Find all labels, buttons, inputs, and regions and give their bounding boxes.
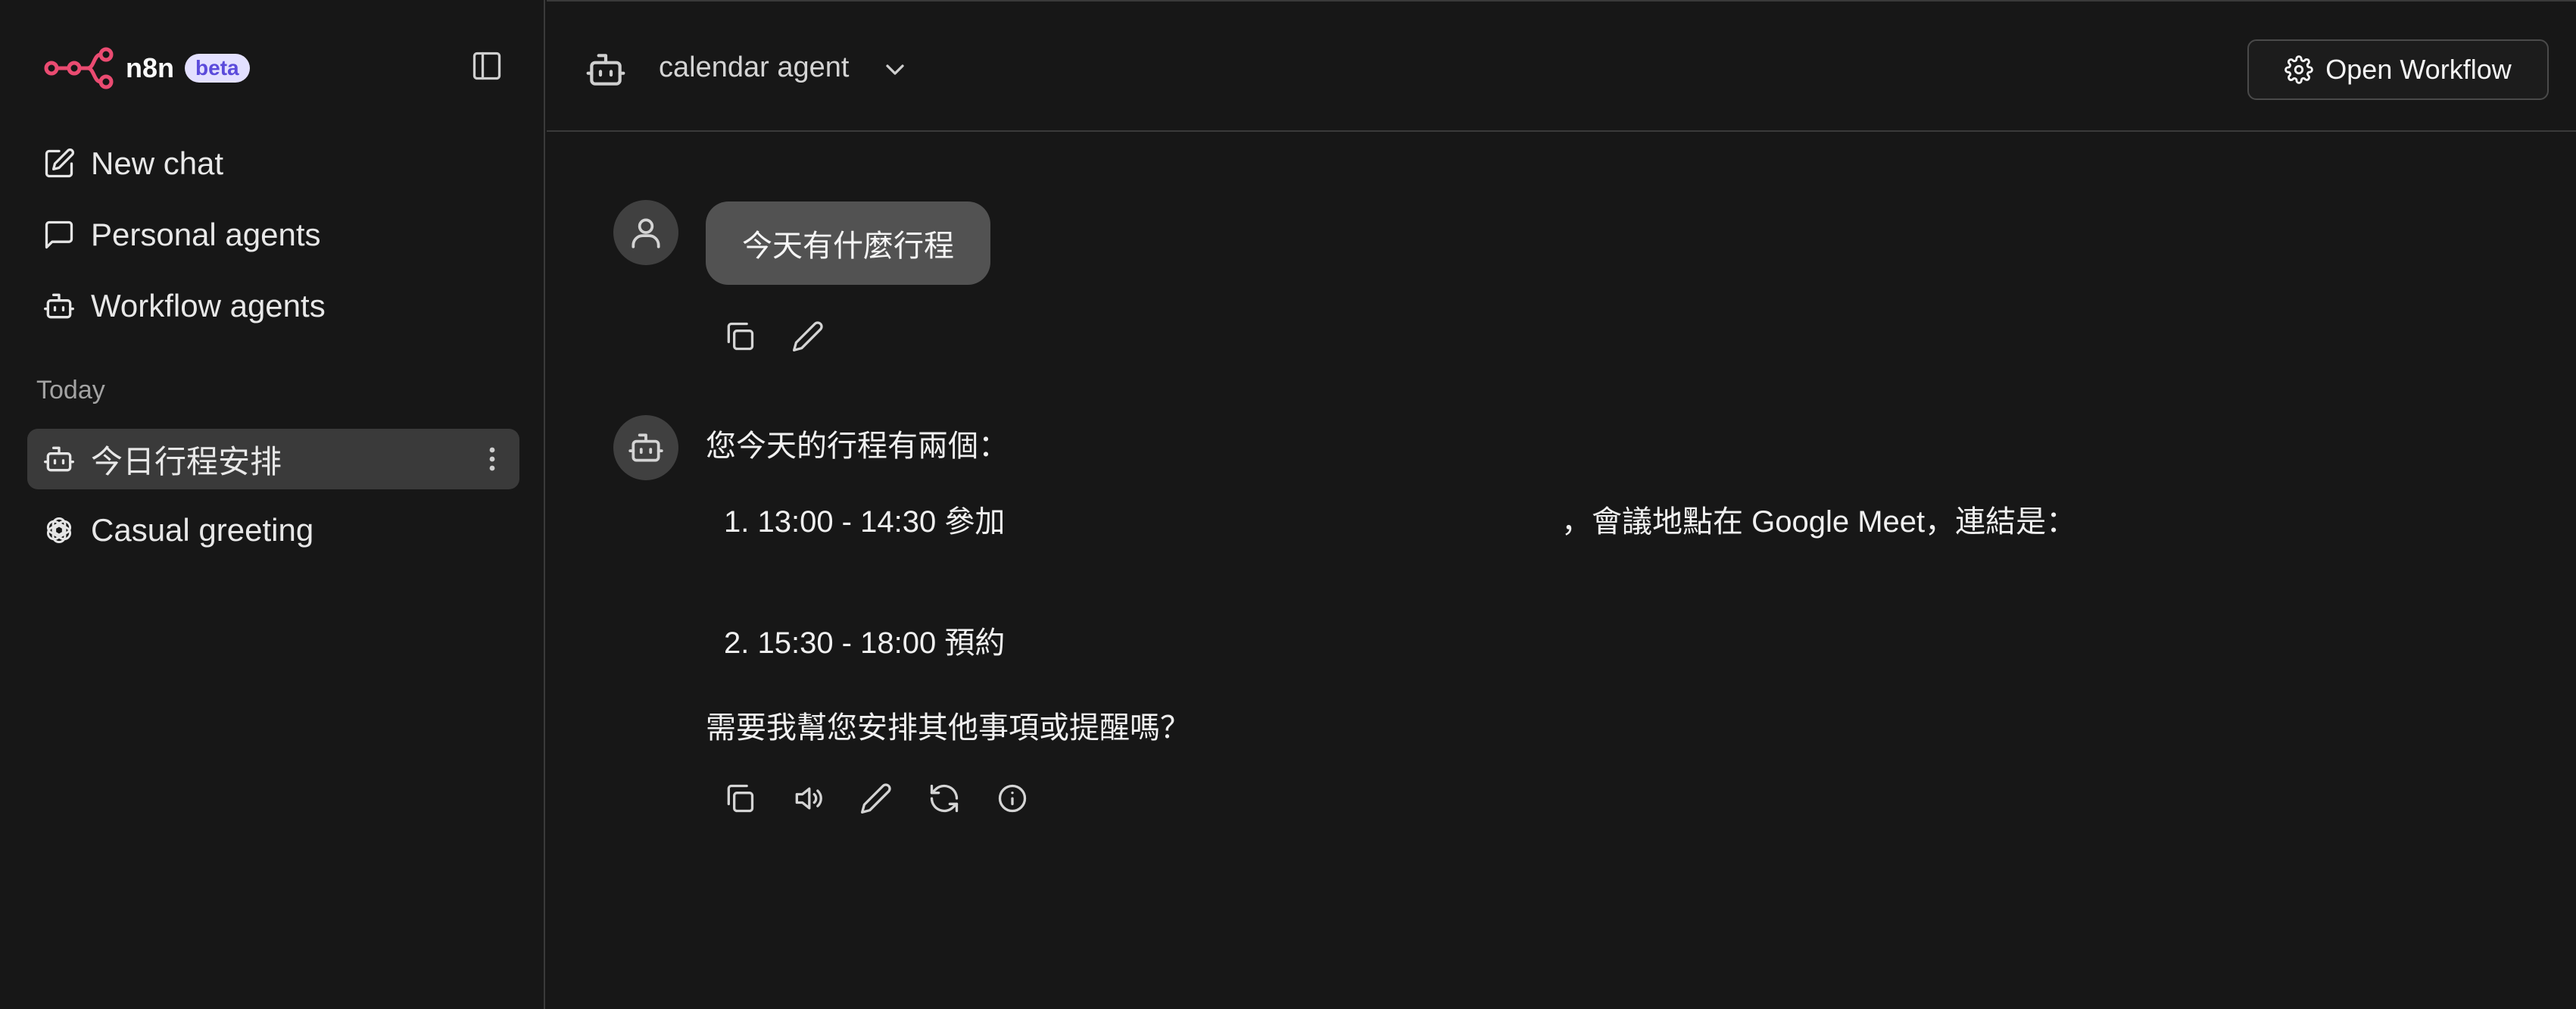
openai-icon: [41, 512, 77, 548]
assistant-item-1-suffix: ，會議地點在 Google Meet，連結是：: [1561, 505, 2077, 539]
app-window: n8n beta New chat Personal agents Workfl…: [0, 0, 2576, 1009]
history-item-label: Casual greeting: [91, 512, 314, 548]
edit-message-button[interactable]: [842, 771, 910, 826]
gear-icon: [2284, 55, 2314, 84]
nav-personal-agents-label: Personal agents: [91, 217, 321, 252]
assistant-item-1-prefix: 1. 13:00 - 14:30 參加: [724, 505, 1006, 539]
section-title-today: Today: [36, 376, 105, 405]
sidebar: n8n beta New chat Personal agents Workfl…: [0, 0, 545, 1009]
copy-button[interactable]: [706, 771, 774, 826]
chat-main: calendar agent Open Workflow 今天有什麼行程 您今天…: [547, 0, 2576, 1009]
nav-personal-agents[interactable]: Personal agents: [27, 205, 519, 265]
nav-new-chat[interactable]: New chat: [27, 133, 519, 194]
brand[interactable]: n8n beta: [44, 45, 250, 91]
bot-icon: [628, 433, 663, 462]
history-item[interactable]: Casual greeting: [27, 500, 519, 561]
history-item-label: 今日行程安排: [91, 443, 282, 480]
regenerate-button[interactable]: [910, 771, 978, 826]
bot-icon: [41, 441, 77, 477]
user-message-actions: [706, 309, 842, 364]
refresh-icon: [930, 784, 959, 813]
assistant-item-2: 2. 15:30 - 18:00 預約: [724, 626, 1006, 660]
edit-icon: [41, 145, 77, 182]
sidebar-toggle-icon: [472, 52, 501, 80]
user-avatar: [613, 200, 678, 265]
info-icon: [998, 784, 1027, 813]
bot-icon: [586, 54, 625, 86]
n8n-logo-icon: [44, 47, 114, 89]
open-workflow-button[interactable]: Open Workflow: [2247, 39, 2549, 100]
sidebar-toggle-button[interactable]: [468, 47, 506, 85]
read-aloud-button[interactable]: [774, 771, 842, 826]
message-info-button[interactable]: [978, 771, 1046, 826]
open-workflow-label: Open Workflow: [2325, 54, 2512, 85]
copy-icon: [727, 322, 754, 351]
agent-selector-label[interactable]: calendar agent: [659, 52, 849, 84]
bot-icon: [41, 288, 77, 324]
nav-new-chat-label: New chat: [91, 145, 224, 181]
history-item-active[interactable]: 今日行程安排: [27, 429, 519, 489]
beta-badge: beta: [185, 54, 250, 83]
more-options-icon[interactable]: [483, 441, 501, 477]
message-icon: [41, 217, 77, 253]
assistant-message-actions: [706, 771, 1046, 826]
speaker-icon: [795, 787, 822, 810]
user-icon: [632, 218, 660, 248]
copy-icon: [727, 784, 754, 813]
pencil-icon: [793, 321, 823, 351]
pencil-icon: [861, 783, 891, 814]
edit-message-button[interactable]: [774, 309, 842, 364]
assistant-intro: 您今天的行程有兩個：: [706, 430, 1009, 463]
user-message-bubble: 今天有什麼行程: [706, 201, 990, 285]
copy-button[interactable]: [706, 309, 774, 364]
assistant-closing: 需要我幫您安排其他事項或提醒嗎？: [706, 711, 1190, 745]
nav-workflow-agents[interactable]: Workflow agents: [27, 276, 519, 336]
chat-header: calendar agent Open Workflow: [547, 0, 2576, 132]
assistant-avatar: [613, 415, 678, 480]
nav-workflow-agents-label: Workflow agents: [91, 288, 326, 323]
chevron-down-icon[interactable]: [880, 55, 910, 85]
brand-name: n8n: [126, 52, 175, 83]
